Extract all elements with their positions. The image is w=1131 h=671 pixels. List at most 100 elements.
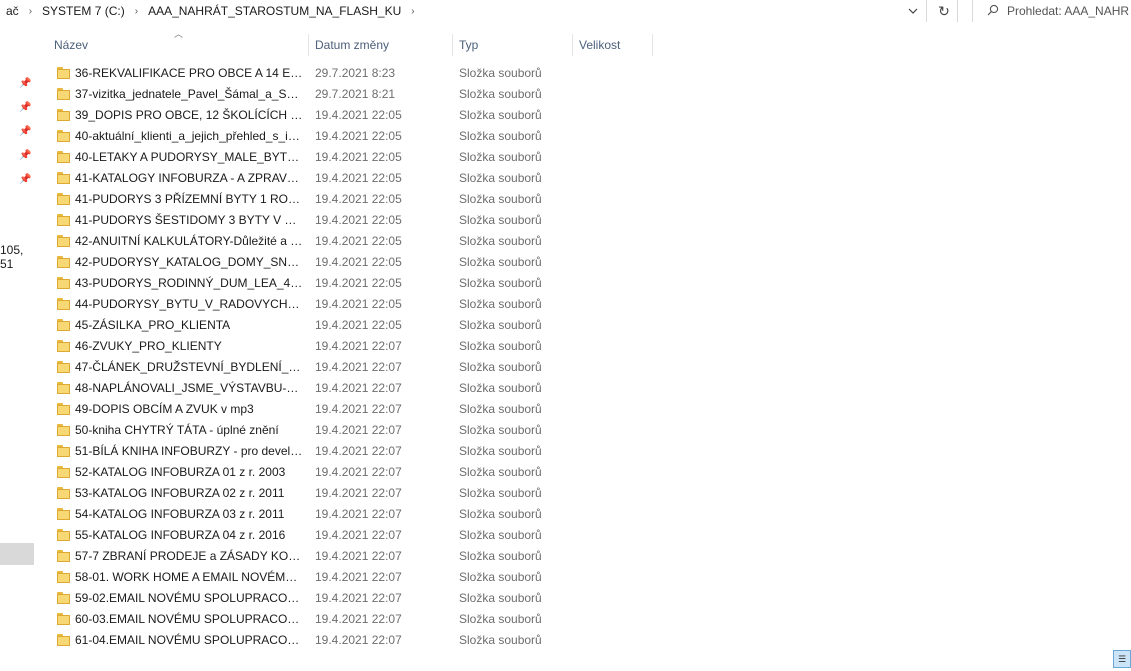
folder-icon [57, 466, 70, 478]
table-row[interactable]: 45-ZÁSILKA_PRO_KLIENTA 19.4.2021 22:05 Slo… [34, 315, 674, 336]
table-row[interactable]: 59-02.EMAIL NOVÉMU SPOLUPRACOVNÍ... 19.4.… [34, 588, 674, 609]
file-name[interactable]: 44-PUDORYSY_BYTU_V_RADOVYCH_RO... [75, 294, 303, 315]
table-row[interactable]: 43-PUDORYS_RODINNÝ_DUM_LEA_4_1_1... 19.4.… [34, 273, 674, 294]
table-row[interactable]: 37-vizitka_jednatele_Pavel_Šámal_a_Svěře… [34, 84, 674, 105]
pin-icon[interactable]: 📌 [19, 78, 31, 90]
table-row[interactable]: 41-KATALOGY INFOBURZA - A ZPRAVOD... 19.4… [34, 168, 674, 189]
file-name[interactable]: 45-ZÁSILKA_PRO_KLIENTA [75, 315, 303, 336]
file-name[interactable]: 51-BÍLÁ KNIHA INFOBURZY - pro develo... [75, 441, 303, 462]
file-type: Složka souborů [459, 129, 542, 143]
file-name[interactable]: 58-01. WORK HOME A EMAIL NOVÉMU S... [75, 567, 303, 588]
column-header-size[interactable]: Velikost [573, 34, 653, 56]
file-date-modified: 19.4.2021 22:07 [315, 486, 402, 500]
table-row[interactable]: 49-DOPIS OBCÍM A ZVUK v mp3 19.4.2021 22:… [34, 399, 674, 420]
column-header-date[interactable]: Datum změny [309, 34, 453, 56]
table-row[interactable]: 53-KATALOG INFOBURZA 02 z r. 2011 19.4.20… [34, 483, 674, 504]
search-input[interactable]: Prohledat: AAA_NAHR [972, 0, 1131, 22]
table-row[interactable]: 54-KATALOG INFOBURZA 03 z r. 2011 19.4.20… [34, 504, 674, 525]
file-name[interactable]: 47-ČLÁNEK_DRUŽSTEVNÍ_BYDLENÍ_ZAŽÍ... [75, 357, 303, 378]
file-type: Složka souborů [459, 360, 542, 374]
file-name[interactable]: 36-REKVALIFIKACE PRO OBCE A 14 EMAI... [75, 63, 303, 84]
folder-icon [57, 634, 70, 646]
file-date-modified: 19.4.2021 22:07 [315, 465, 402, 479]
table-row[interactable]: 40-LETAKY A PUDORYSY_MALE_BYTY_PR... 19.4… [34, 147, 674, 168]
table-row[interactable]: 42-ANUITNÍ KALKULÁTORY-Důležité a to ...… [34, 231, 674, 252]
file-type: Složka souborů [459, 318, 542, 332]
table-row[interactable]: 36-REKVALIFIKACE PRO OBCE A 14 EMAI... 29… [34, 63, 674, 84]
table-row[interactable]: 55-KATALOG INFOBURZA 04 z r. 2016 19.4.20… [34, 525, 674, 546]
folder-icon [57, 88, 70, 100]
folder-icon [57, 277, 70, 289]
pin-icon[interactable]: 📌 [19, 126, 31, 138]
file-name[interactable]: 43-PUDORYS_RODINNÝ_DUM_LEA_4_1_1... [75, 273, 303, 294]
table-row[interactable]: 52-KATALOG INFOBURZA 01 z r. 2003 19.4.20… [34, 462, 674, 483]
file-name[interactable]: 57-7 ZBRANÍ PRODEJE a ZÁSADY KOMU... [75, 546, 303, 567]
file-name[interactable]: 55-KATALOG INFOBURZA 04 z r. 2016 [75, 525, 303, 546]
nav-item-selected[interactable] [0, 543, 34, 565]
table-row[interactable]: 46-ZVUKY_PRO_KLIENTY 19.4.2021 22:07 Složk… [34, 336, 674, 357]
file-name[interactable]: 60-03.EMAIL NOVÉMU SPOLUPRACOVNÍ... [75, 609, 303, 630]
table-row[interactable]: 47-ČLÁNEK_DRUŽSTEVNÍ_BYDLENÍ_ZAŽÍ... 19.4… [34, 357, 674, 378]
details-view-button[interactable]: ☰ [1113, 650, 1131, 668]
file-name[interactable]: 42-PUDORYSY_KATALOG_DOMY_SNU_A_... [75, 252, 303, 273]
file-date-modified: 19.4.2021 22:05 [315, 318, 402, 332]
file-name[interactable]: 59-02.EMAIL NOVÉMU SPOLUPRACOVNÍ... [75, 588, 303, 609]
table-row[interactable]: 51-BÍLÁ KNIHA INFOBURZY - pro develo... 1… [34, 441, 674, 462]
table-row[interactable]: 60-03.EMAIL NOVÉMU SPOLUPRACOVNÍ... 19.4.… [34, 609, 674, 630]
file-name[interactable]: 50-kniha CHYTRÝ TÁTA - úplné znění [75, 420, 303, 441]
file-date-modified: 19.4.2021 22:05 [315, 108, 402, 122]
file-date-modified: 29.7.2021 8:23 [315, 66, 396, 80]
breadcrumb-current-folder[interactable]: AAA_NAHRÁT_STAROSTUM_NA_FLASH_KU [142, 4, 407, 18]
refresh-button[interactable]: ↻ [931, 0, 958, 22]
file-type: Složka souborů [459, 486, 542, 500]
file-name[interactable]: 37-vizitka_jednatele_Pavel_Šámal_a_Svěře… [75, 84, 303, 105]
table-row[interactable]: 61-04.EMAIL NOVÉMU SPOLUPRACOVNÍ... 19.4.… [34, 630, 674, 651]
table-row[interactable]: 41-PUDORYS ŠESTIDOMY 3 BYTY V 1 RO... 19.… [34, 210, 674, 231]
file-name[interactable]: 61-04.EMAIL NOVÉMU SPOLUPRACOVNÍ... [75, 630, 303, 651]
breadcrumb-drive[interactable]: SYSTEM 7 (C:) [36, 4, 131, 18]
file-name[interactable]: 39_DOPIS PRO OBCE, 12 ŠKOLÍCÍCH VIDE... [75, 105, 303, 126]
file-name[interactable]: 53-KATALOG INFOBURZA 02 z r. 2011 [75, 483, 303, 504]
column-header-type[interactable]: Typ [453, 34, 573, 56]
file-type: Složka souborů [459, 570, 542, 584]
file-name[interactable]: 42-ANUITNÍ KALKULÁTORY-Důležité a to ... [75, 231, 303, 252]
table-row[interactable]: 41-PUDORYS 3 PŘÍZEMNÍ BYTY 1 RODIN... 19.… [34, 189, 674, 210]
file-date-modified: 19.4.2021 22:05 [315, 297, 402, 311]
breadcrumb-separator-icon[interactable]: › [131, 6, 142, 17]
file-type: Složka souborů [459, 234, 542, 248]
column-header-name[interactable]: Název [48, 34, 309, 56]
file-type: Složka souborů [459, 339, 542, 353]
breadcrumb-separator-icon[interactable]: › [407, 6, 418, 17]
table-row[interactable]: 40-aktuální_klienti_a_jejich_přehled_s_i… [34, 126, 674, 147]
table-row[interactable]: 42-PUDORYSY_KATALOG_DOMY_SNU_A_... 19.4.2… [34, 252, 674, 273]
table-row[interactable]: 39_DOPIS PRO OBCE, 12 ŠKOLÍCÍCH VIDE... 1… [34, 105, 674, 126]
table-row[interactable]: 58-01. WORK HOME A EMAIL NOVÉMU S... 19.4… [34, 567, 674, 588]
file-name[interactable]: 41-PUDORYS 3 PŘÍZEMNÍ BYTY 1 RODIN... [75, 189, 303, 210]
nav-item-label[interactable]: 105, 51 [0, 243, 34, 271]
file-name[interactable]: 48-NAPLÁNOVALI_JSME_VÝSTAVBU-APA... [75, 378, 303, 399]
file-type: Složka souborů [459, 612, 542, 626]
file-date-modified: 19.4.2021 22:07 [315, 360, 402, 374]
file-name[interactable]: 41-KATALOGY INFOBURZA - A ZPRAVOD... [75, 168, 303, 189]
pin-icon[interactable]: 📌 [19, 174, 31, 186]
table-row[interactable]: 57-7 ZBRANÍ PRODEJE a ZÁSADY KOMU... 19.4… [34, 546, 674, 567]
chevron-down-icon[interactable] [903, 3, 923, 19]
table-row[interactable]: 48-NAPLÁNOVALI_JSME_VÝSTAVBU-APA... 19.4.… [34, 378, 674, 399]
breadcrumb-parent[interactable]: ač [0, 4, 25, 18]
folder-icon [57, 319, 70, 331]
file-name[interactable]: 54-KATALOG INFOBURZA 03 z r. 2011 [75, 504, 303, 525]
file-type: Složka souborů [459, 549, 542, 563]
address-bar[interactable]: ač › SYSTEM 7 (C:) › AAA_NAHRÁT_STAROSTU… [0, 0, 927, 22]
table-row[interactable]: 44-PUDORYSY_BYTU_V_RADOVYCH_RO... 19.4.20… [34, 294, 674, 315]
file-name[interactable]: 41-PUDORYS ŠESTIDOMY 3 BYTY V 1 RO... [75, 210, 303, 231]
breadcrumb-separator-icon[interactable]: › [25, 6, 36, 17]
file-name[interactable]: 40-LETAKY A PUDORYSY_MALE_BYTY_PR... [75, 147, 303, 168]
file-name[interactable]: 49-DOPIS OBCÍM A ZVUK v mp3 [75, 399, 303, 420]
pin-icon[interactable]: 📌 [19, 102, 31, 114]
table-row[interactable]: 50-kniha CHYTRÝ TÁTA - úplné znění 19.4.2… [34, 420, 674, 441]
file-name[interactable]: 46-ZVUKY_PRO_KLIENTY [75, 336, 303, 357]
file-date-modified: 19.4.2021 22:07 [315, 402, 402, 416]
file-name[interactable]: 40-aktuální_klienti_a_jejich_přehled_s_i… [75, 126, 303, 147]
pin-icon[interactable]: 📌 [19, 150, 31, 162]
file-name[interactable]: 52-KATALOG INFOBURZA 01 z r. 2003 [75, 462, 303, 483]
